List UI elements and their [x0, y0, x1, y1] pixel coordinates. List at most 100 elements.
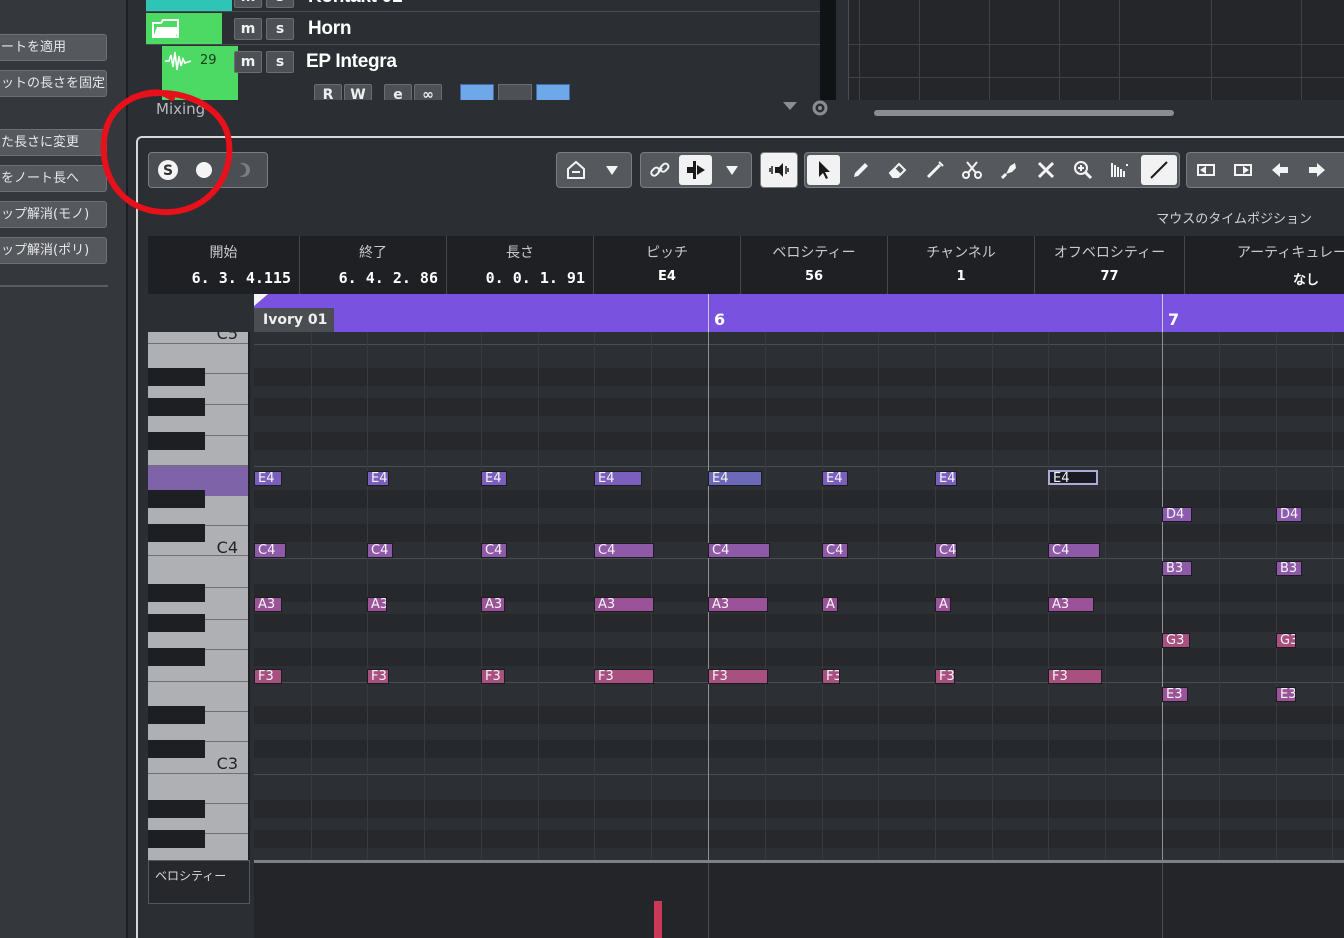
link-button[interactable]: ∞	[414, 84, 442, 100]
macro-button-delete-overlap-poly[interactable]: ップ解消(ポリ)	[0, 237, 107, 264]
controller-lane-selector[interactable]: ベロシティー	[148, 860, 250, 904]
midi-note-selected[interactable]: E4	[1048, 470, 1098, 485]
midi-note[interactable]: A3	[594, 597, 654, 612]
midi-note[interactable]: C4	[594, 543, 654, 558]
macro-button-to-note-length[interactable]: をノート長へ	[0, 165, 107, 192]
ruler[interactable]: Ivory 01 6 7	[254, 294, 1344, 332]
arrow-left-icon[interactable]	[1263, 155, 1296, 185]
midi-note[interactable]: A3	[481, 597, 505, 612]
midi-note[interactable]: G3	[1162, 633, 1190, 648]
write-button[interactable]: W	[344, 84, 372, 100]
draw-line-tool-icon[interactable]	[1141, 155, 1177, 185]
piano-key-black[interactable]	[148, 800, 205, 818]
gear-icon[interactable]	[810, 98, 830, 118]
solo-button[interactable]: s	[266, 18, 294, 40]
info-end[interactable]: 終了 6. 4. 2. 86	[300, 236, 447, 294]
midi-note[interactable]: A	[822, 597, 838, 612]
mute-tool-icon[interactable]	[1029, 155, 1062, 185]
midi-note[interactable]: E4	[708, 471, 762, 486]
chevron-down-icon[interactable]	[782, 100, 798, 112]
show-info-icon[interactable]	[559, 155, 592, 185]
track-name[interactable]: EP Integra	[306, 51, 397, 73]
midi-note[interactable]: E4	[481, 471, 507, 486]
object-selection-tool-icon[interactable]	[807, 155, 840, 185]
midi-note[interactable]: F3	[1048, 669, 1102, 684]
horizontal-scrollbar[interactable]	[874, 110, 1174, 116]
zoom-icon[interactable]	[1066, 155, 1099, 185]
midi-note[interactable]: C4	[367, 543, 393, 558]
midi-note[interactable]: B3	[1276, 561, 1302, 576]
erase-tool-icon[interactable]	[881, 155, 914, 185]
link-icon[interactable]	[643, 155, 676, 185]
midi-note[interactable]: E4	[935, 471, 957, 486]
velocity-bar[interactable]	[654, 901, 662, 938]
speaker-icon[interactable]	[762, 155, 795, 185]
midi-note[interactable]: A3	[1048, 597, 1094, 612]
midi-note[interactable]: G3	[1276, 633, 1296, 648]
info-value[interactable]: E4	[594, 269, 740, 284]
macro-button-fix-length[interactable]: ットの長さを固定	[0, 70, 107, 97]
track-row-kontakt[interactable]: m s Kontakt 01	[146, 0, 826, 12]
solo-button[interactable]: s	[266, 51, 294, 73]
velocity-lane[interactable]	[254, 860, 1344, 938]
midi-note[interactable]: C4	[708, 543, 770, 558]
midi-note[interactable]: A	[935, 597, 951, 612]
piano-key-black[interactable]	[148, 398, 205, 416]
arrow-right-icon[interactable]	[1300, 155, 1333, 185]
arrange-grid[interactable]	[848, 0, 1344, 100]
info-start[interactable]: 開始 6. 3. 4.115	[148, 236, 300, 294]
info-value[interactable]: 1	[888, 269, 1034, 284]
piano-key-black[interactable]	[148, 524, 205, 542]
midi-note[interactable]: F3	[708, 669, 768, 684]
midi-note[interactable]: A3	[254, 597, 282, 612]
midi-note[interactable]: C4	[935, 543, 957, 558]
info-pitch[interactable]: ピッチ E4	[594, 236, 741, 294]
midi-note[interactable]: E4	[367, 471, 389, 486]
info-value[interactable]: 77	[1035, 269, 1184, 284]
info-value[interactable]: 6. 3. 4.115	[192, 269, 291, 287]
quantize-button-a[interactable]	[460, 84, 494, 100]
midi-note[interactable]: F3	[481, 669, 505, 684]
midi-note[interactable]: C4	[254, 543, 286, 558]
macro-button-change-length[interactable]: た長さに変更	[0, 129, 107, 156]
midi-note[interactable]: E4	[254, 471, 282, 486]
midi-note[interactable]: D4	[1162, 507, 1192, 522]
info-value[interactable]: 0. 0. 1. 91	[486, 269, 585, 287]
glue-tool-icon[interactable]	[992, 155, 1025, 185]
midi-note[interactable]: A3	[708, 597, 768, 612]
piano-keyboard[interactable]: C5 C4 C3	[148, 332, 250, 860]
piano-key-black[interactable]	[148, 584, 205, 602]
track-name[interactable]: Horn	[308, 18, 351, 40]
info-value[interactable]: なし	[1293, 269, 1319, 288]
midi-note[interactable]: E3	[1276, 687, 1296, 702]
macro-button-apply-note[interactable]: ートを適用	[0, 34, 107, 61]
info-articulation[interactable]: アーティキュレーシ なし	[1185, 236, 1344, 294]
previous-event-icon[interactable]	[1189, 155, 1222, 185]
midi-note[interactable]: E4	[594, 471, 642, 486]
midi-note[interactable]: F3	[594, 669, 654, 684]
piano-key-black[interactable]	[148, 830, 205, 848]
piano-key-black[interactable]	[148, 648, 205, 666]
info-channel[interactable]: チャンネル 1	[888, 236, 1035, 294]
midi-note[interactable]: F3	[822, 669, 840, 684]
midi-note[interactable]: D4	[1276, 507, 1302, 522]
draw-tool-icon[interactable]	[844, 155, 877, 185]
chevron-down-icon[interactable]	[715, 155, 748, 185]
scissors-icon[interactable]	[955, 155, 988, 185]
note-grid[interactable]: E4 E4 E4 E4 E4 E4 E4 E4 C4 C4 C4 C4 C4 C…	[254, 332, 1344, 860]
piano-key-black[interactable]	[148, 706, 205, 724]
midi-note[interactable]: B3	[1162, 561, 1192, 576]
piano-key-black[interactable]	[148, 490, 205, 508]
info-off-velocity[interactable]: オフベロシティー 77	[1035, 236, 1185, 294]
quantize-button-b[interactable]	[498, 84, 532, 100]
info-value[interactable]: 56	[741, 269, 887, 284]
info-value[interactable]: 6. 4. 2. 86	[339, 269, 438, 287]
midi-note[interactable]: F3	[935, 669, 955, 684]
track-name[interactable]: Kontakt 01	[308, 0, 402, 8]
solo-button[interactable]: s	[266, 0, 294, 8]
midi-note[interactable]: C4	[1048, 543, 1100, 558]
piano-key-black[interactable]	[148, 614, 205, 632]
mute-button[interactable]: m	[234, 0, 262, 8]
info-velocity[interactable]: ベロシティー 56	[741, 236, 888, 294]
piano-key-black[interactable]	[148, 740, 205, 758]
